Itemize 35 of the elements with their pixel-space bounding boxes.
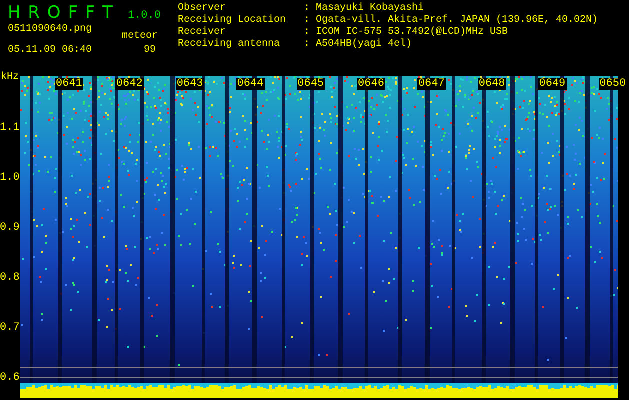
- axis-label: 0.6: [0, 371, 20, 385]
- time-label: 0642: [115, 78, 144, 90]
- version-label: 1.0.0: [128, 10, 161, 22]
- axis-unit: kHz: [1, 72, 20, 83]
- time-label: 0645: [296, 78, 326, 90]
- app-title: H R O F F T: [8, 3, 114, 23]
- time-label: 0649: [538, 78, 567, 90]
- time-label: 0644: [236, 78, 265, 90]
- time-label: 0646: [357, 78, 386, 90]
- axis-label: 1.1: [0, 121, 20, 135]
- time-label: 0641: [55, 78, 84, 90]
- info-label: Receiving antenna: [178, 39, 282, 51]
- axis-label: 0.8: [0, 271, 20, 285]
- time-label: 0647: [417, 78, 446, 90]
- separator: :: [304, 39, 312, 51]
- time-label: 0650: [598, 78, 628, 90]
- count-label: meteor: [122, 31, 158, 38]
- info-value: A504HB(yagi 4el): [316, 39, 412, 51]
- time-label: 0648: [478, 78, 506, 90]
- separator: :: [304, 15, 312, 27]
- date-time: 05.11.09 06:40: [8, 45, 92, 57]
- time-label: 0643: [176, 78, 204, 90]
- axis-label: 1.0: [0, 171, 20, 185]
- separator: :: [304, 3, 312, 15]
- separator: :: [304, 27, 312, 39]
- info-label: Observer: [178, 3, 228, 14]
- axis-label: 0.9: [0, 221, 20, 235]
- info-value: ICOM IC-575 53.7492(@LCD)MHz USB: [316, 27, 508, 38]
- info-value: Ogata-vill. Akita-Pref. JAPAN (139.96E, 40.02N): [316, 15, 598, 26]
- info-label: Receiving Location: [178, 15, 288, 26]
- file-name: 0511090640.png: [8, 24, 92, 37]
- axis-label: 0.7: [0, 321, 20, 335]
- meteor-count: 99: [144, 45, 156, 57]
- info-value: Masayuki Kobayashi: [316, 3, 424, 14]
- info-label: Receiver: [178, 27, 228, 38]
